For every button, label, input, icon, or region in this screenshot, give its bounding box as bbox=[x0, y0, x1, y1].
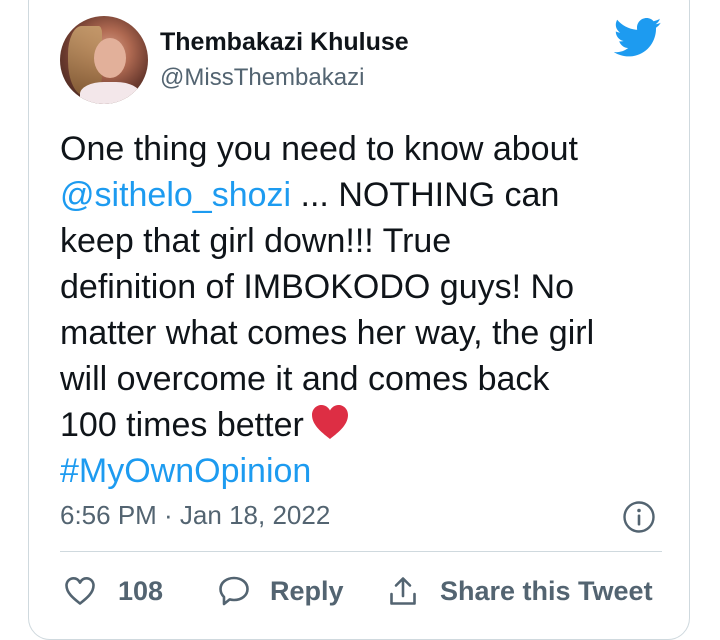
hashtag-link[interactable]: #MyOwnOpinion bbox=[60, 452, 311, 490]
tweet-text: One thing you need to know about @sithel… bbox=[60, 126, 690, 494]
red-heart-icon bbox=[311, 405, 348, 439]
author-display-name[interactable]: Thembakazi Khuluse bbox=[160, 28, 409, 57]
tweet-line: definition of IMBOKODO guys! No bbox=[60, 268, 574, 306]
tweet-line: keep that girl down!!! True bbox=[60, 222, 452, 260]
share-icon bbox=[390, 577, 416, 605]
like-count: 108 bbox=[118, 575, 164, 606]
author-handle[interactable]: @MissThembakazi bbox=[160, 64, 364, 92]
twitter-bird-icon[interactable] bbox=[614, 18, 662, 58]
info-icon[interactable] bbox=[622, 500, 656, 534]
tweet-timestamp[interactable]: 6:56 PM · Jan 18, 2022 bbox=[60, 500, 330, 531]
tweet-line: One thing you need to know about bbox=[60, 130, 578, 168]
avatar[interactable] bbox=[60, 16, 148, 104]
divider bbox=[60, 551, 662, 552]
like-button[interactable]: 108 bbox=[64, 574, 163, 608]
tweet-line: @sithelo_shozi ... NOTHING can bbox=[60, 176, 560, 214]
share-button[interactable]: Share this Tweet bbox=[388, 574, 653, 608]
tweet-line: 100 times better bbox=[60, 402, 690, 448]
heart-outline-icon bbox=[65, 577, 95, 605]
share-label: Share this Tweet bbox=[440, 575, 653, 606]
reply-button[interactable]: Reply bbox=[218, 574, 344, 608]
tweet-line: matter what comes her way, the girl bbox=[60, 314, 595, 352]
reply-label: Reply bbox=[270, 575, 344, 606]
tweet-line: #MyOwnOpinion bbox=[60, 448, 690, 494]
reply-bubble-icon bbox=[219, 576, 249, 606]
tweet-line: will overcome it and comes back bbox=[60, 360, 550, 398]
mention-link[interactable]: @sithelo_shozi bbox=[60, 176, 291, 214]
